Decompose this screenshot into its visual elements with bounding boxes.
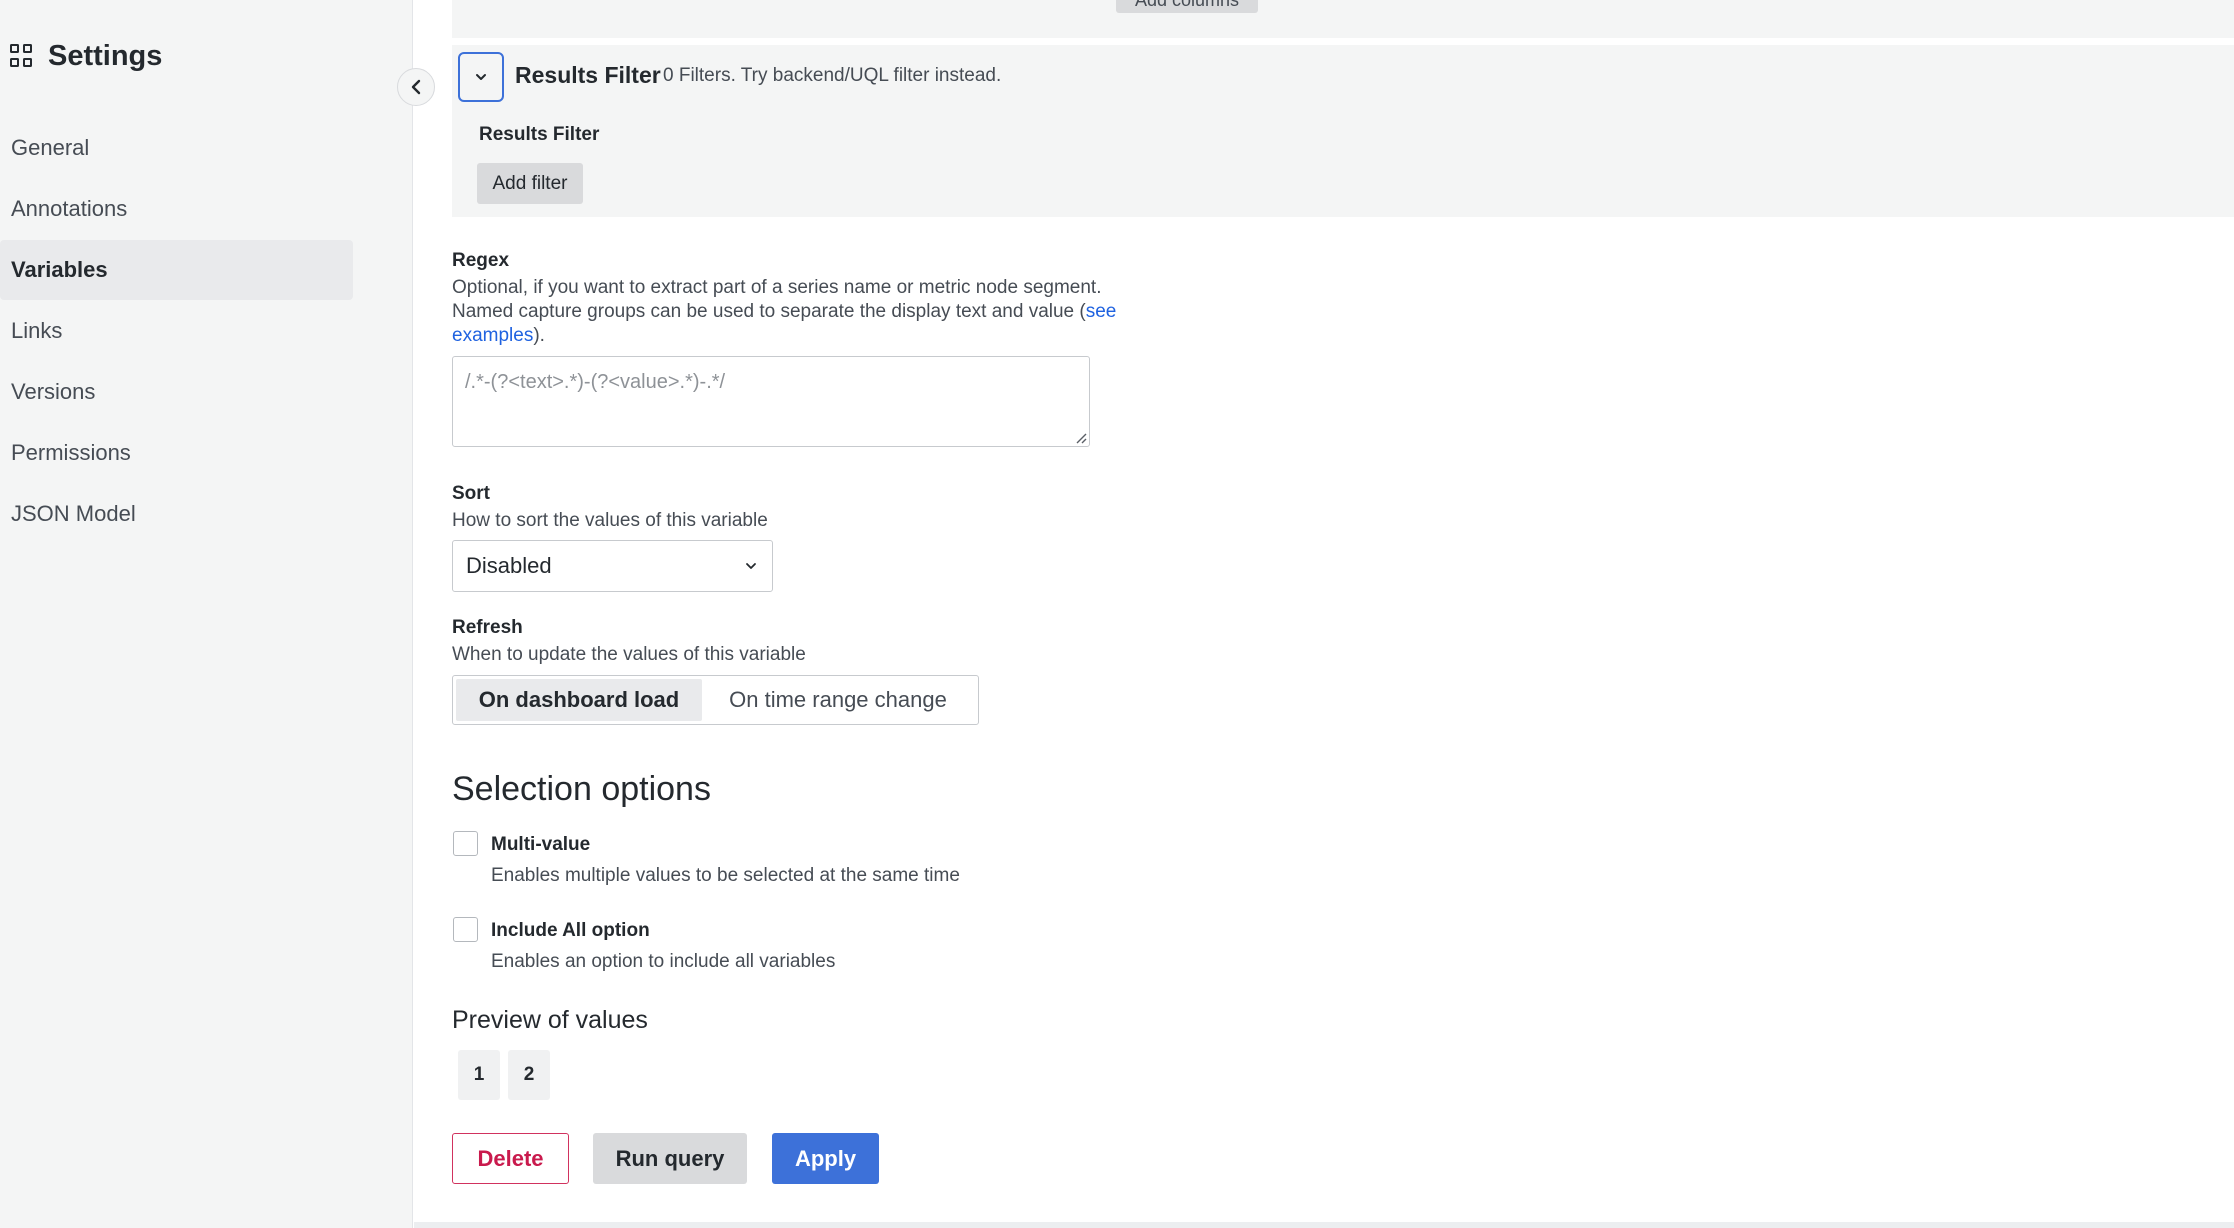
preview-value-chip: 2 — [508, 1050, 550, 1100]
refresh-option-dashboard-load[interactable]: On dashboard load — [456, 679, 702, 721]
preview-title: Preview of values — [452, 1006, 648, 1034]
sidebar-title: Settings — [48, 39, 163, 72]
regex-desc-line1: Optional, if you want to extract part of… — [452, 277, 1102, 298]
sidebar-item-annotations[interactable]: Annotations — [0, 179, 353, 239]
settings-sidebar: Settings General Annotations Variables L… — [0, 0, 413, 1228]
results-filter-title: Results Filter — [515, 62, 661, 88]
sort-selected-value: Disabled — [466, 553, 552, 578]
sidebar-item-variables[interactable]: Variables — [0, 240, 353, 300]
add-columns-button[interactable]: Add columns — [1116, 0, 1258, 13]
regex-field-wrapper — [452, 356, 1090, 447]
refresh-option-time-range-change[interactable]: On time range change — [702, 679, 974, 721]
sidebar-item-versions[interactable]: Versions — [0, 362, 353, 422]
include-all-description: Enables an option to include all variabl… — [491, 951, 836, 972]
regex-description: Optional, if you want to extract part of… — [452, 276, 1172, 348]
run-query-button[interactable]: Run query — [593, 1133, 747, 1184]
sidebar-header: Settings — [10, 38, 162, 74]
sidebar-item-permissions[interactable]: Permissions — [0, 423, 353, 483]
regex-input[interactable] — [465, 371, 1077, 432]
results-filter-description: 0 Filters. Try backend/UQL filter instea… — [663, 65, 1002, 86]
refresh-description: When to update the values of this variab… — [452, 644, 806, 665]
multi-value-description: Enables multiple values to be selected a… — [491, 865, 960, 886]
chevron-down-icon — [476, 74, 486, 80]
chevron-left-icon — [411, 79, 421, 95]
bottom-divider — [414, 1222, 2234, 1228]
see-examples-link-cont[interactable]: examples — [452, 325, 533, 346]
selection-options-title: Selection options — [452, 770, 711, 808]
collapse-sidebar-button[interactable] — [397, 68, 435, 106]
sidebar-item-json-model[interactable]: JSON Model — [0, 484, 353, 544]
sidebar-nav: General Annotations Variables Links Vers… — [0, 118, 353, 545]
resize-handle-icon[interactable] — [1073, 430, 1087, 444]
results-filter-label: Results Filter — [479, 124, 600, 145]
see-examples-link[interactable]: see — [1086, 301, 1117, 322]
sort-label: Sort — [452, 483, 490, 504]
add-filter-button[interactable]: Add filter — [477, 163, 583, 204]
delete-button[interactable]: Delete — [452, 1133, 569, 1184]
preview-value-chip: 1 — [458, 1050, 500, 1100]
regex-desc-line2: Named capture groups can be used to sepa… — [452, 300, 1172, 324]
refresh-label: Refresh — [452, 617, 523, 638]
regex-desc-suffix: ). — [533, 325, 545, 346]
include-all-label[interactable]: Include All option — [491, 920, 650, 942]
include-all-checkbox[interactable] — [453, 917, 478, 942]
regex-label: Regex — [452, 250, 510, 271]
refresh-radio-group: On dashboard load On time range change — [452, 675, 979, 725]
sort-description: How to sort the values of this variable — [452, 510, 768, 531]
variable-editor: Add columns Results Filter 0 Filters. Tr… — [414, 0, 2234, 1228]
sidebar-item-links[interactable]: Links — [0, 301, 353, 361]
apply-button[interactable]: Apply — [772, 1133, 879, 1184]
results-filter-toggle[interactable] — [458, 52, 504, 102]
grid-icon — [10, 44, 34, 68]
multi-value-label[interactable]: Multi-value — [491, 834, 590, 856]
regex-desc-line3: examples). — [452, 324, 1172, 348]
sort-select[interactable]: Disabled — [452, 540, 773, 592]
regex-desc-prefix: Named capture groups can be used to sepa… — [452, 301, 1086, 322]
multi-value-checkbox[interactable] — [453, 831, 478, 856]
query-options-panel: Add columns — [452, 0, 2234, 38]
sidebar-item-general[interactable]: General — [0, 118, 353, 178]
chevron-down-icon — [746, 563, 756, 569]
